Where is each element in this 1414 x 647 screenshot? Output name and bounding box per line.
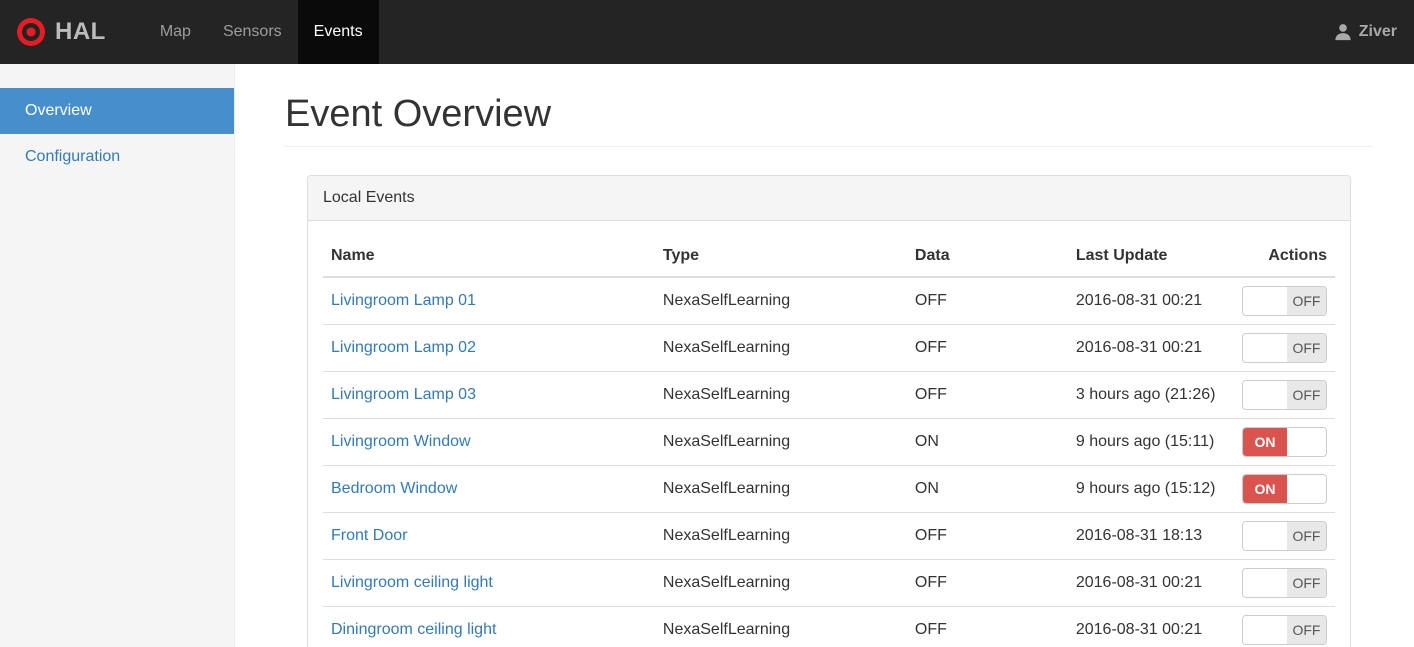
panel-body: Name Type Data Last Update Actions Livin… <box>308 221 1350 647</box>
device-data: ON <box>906 465 1068 513</box>
top-navbar: HAL Map Sensors Events Ziver <box>0 0 1414 64</box>
switch-on-segment <box>1243 286 1287 315</box>
device-last-update: 2016-08-31 00:21 <box>1067 276 1234 325</box>
device-data: OFF <box>906 512 1068 560</box>
device-link[interactable]: Livingroom Lamp 01 <box>331 292 476 309</box>
table-row: Livingroom ceiling light NexaSelfLearnin… <box>323 559 1335 607</box>
page-layout: Overview Configuration Event Overview Lo… <box>0 64 1414 647</box>
column-header-last-update: Last Update <box>1067 235 1234 278</box>
table-row: Livingroom Lamp 01 NexaSelfLearning OFF … <box>323 276 1335 325</box>
sidebar: Overview Configuration <box>0 64 235 647</box>
device-type: NexaSelfLearning <box>654 606 907 647</box>
table-row: Front Door NexaSelfLearning OFF 2016-08-… <box>323 512 1335 560</box>
username: Ziver <box>1358 23 1397 40</box>
device-switch[interactable]: ON <box>1242 473 1327 504</box>
device-last-update: 2016-08-31 00:21 <box>1067 606 1234 647</box>
device-link[interactable]: Diningroom ceiling light <box>331 621 496 638</box>
sidebar-item-overview[interactable]: Overview <box>0 88 234 134</box>
switch-off-segment: OFF <box>1286 333 1326 362</box>
nav-item-sensors[interactable]: Sensors <box>207 0 298 64</box>
column-header-type: Type <box>654 235 907 278</box>
device-switch[interactable]: OFF <box>1242 379 1327 410</box>
events-table: Name Type Data Last Update Actions Livin… <box>323 235 1335 647</box>
device-switch[interactable]: ON <box>1242 426 1327 457</box>
sidebar-item-configuration[interactable]: Configuration <box>0 134 234 180</box>
device-data: OFF <box>906 324 1068 372</box>
switch-off-segment: OFF <box>1286 521 1326 550</box>
device-link[interactable]: Livingroom ceiling light <box>331 574 493 591</box>
device-data: OFF <box>906 606 1068 647</box>
switch-off-segment: OFF <box>1286 568 1326 597</box>
user-menu[interactable]: Ziver <box>1317 0 1414 64</box>
device-last-update: 2016-08-31 00:21 <box>1067 324 1234 372</box>
brand[interactable]: HAL <box>0 0 122 64</box>
switch-on-segment: ON <box>1243 427 1287 456</box>
device-data: OFF <box>906 559 1068 607</box>
switch-on-segment <box>1243 521 1287 550</box>
page-title: Event Overview <box>285 93 1373 147</box>
device-type: NexaSelfLearning <box>654 465 907 513</box>
device-switch[interactable]: OFF <box>1242 614 1327 645</box>
table-row: Diningroom ceiling light NexaSelfLearnin… <box>323 606 1335 647</box>
device-switch[interactable]: OFF <box>1242 285 1327 316</box>
switch-off-segment: OFF <box>1286 286 1326 315</box>
device-type: NexaSelfLearning <box>654 371 907 419</box>
table-body: Livingroom Lamp 01 NexaSelfLearning OFF … <box>323 276 1335 647</box>
device-last-update: 2016-08-31 18:13 <box>1067 512 1234 560</box>
device-switch[interactable]: OFF <box>1242 332 1327 363</box>
device-type: NexaSelfLearning <box>654 559 907 607</box>
device-link[interactable]: Livingroom Lamp 03 <box>331 386 476 403</box>
device-last-update: 2016-08-31 00:21 <box>1067 559 1234 607</box>
device-data: OFF <box>906 371 1068 419</box>
table-row: Livingroom Lamp 02 NexaSelfLearning OFF … <box>323 324 1335 372</box>
table-row: Bedroom Window NexaSelfLearning ON 9 hou… <box>323 465 1335 513</box>
device-last-update: 3 hours ago (21:26) <box>1067 371 1234 419</box>
device-type: NexaSelfLearning <box>654 512 907 560</box>
switch-on-segment: ON <box>1243 474 1287 503</box>
device-link[interactable]: Livingroom Lamp 02 <box>331 339 476 356</box>
column-header-name: Name <box>323 235 655 278</box>
device-type: NexaSelfLearning <box>654 418 907 466</box>
device-link[interactable]: Front Door <box>331 527 407 544</box>
device-switch[interactable]: OFF <box>1242 520 1327 551</box>
switch-off-segment <box>1286 427 1326 456</box>
table-row: Livingroom Lamp 03 NexaSelfLearning OFF … <box>323 371 1335 419</box>
device-type: NexaSelfLearning <box>654 276 907 325</box>
table-row: Livingroom Window NexaSelfLearning ON 9 … <box>323 418 1335 466</box>
device-last-update: 9 hours ago (15:12) <box>1067 465 1234 513</box>
main-content: Event Overview Local Events Name Type Da… <box>235 64 1414 647</box>
column-header-actions: Actions <box>1233 235 1335 278</box>
device-data: ON <box>906 418 1068 466</box>
nav-item-events[interactable]: Events <box>297 0 379 64</box>
device-switch[interactable]: OFF <box>1242 567 1327 598</box>
switch-off-segment <box>1286 474 1326 503</box>
device-link[interactable]: Bedroom Window <box>331 480 457 497</box>
switch-on-segment <box>1243 615 1287 644</box>
navbar-menu: Map Sensors Events <box>144 0 379 64</box>
table-header-row: Name Type Data Last Update Actions <box>323 235 1335 278</box>
switch-on-segment <box>1243 568 1287 597</box>
switch-off-segment: OFF <box>1286 380 1326 409</box>
column-header-data: Data <box>906 235 1068 278</box>
device-type: NexaSelfLearning <box>654 324 907 372</box>
bullseye-logo-icon <box>17 18 45 46</box>
user-icon <box>1335 24 1351 41</box>
local-events-panel: Local Events Name Type Data Last Update … <box>307 174 1351 647</box>
panel-title: Local Events <box>308 175 1350 221</box>
switch-off-segment: OFF <box>1286 615 1326 644</box>
device-last-update: 9 hours ago (15:11) <box>1067 418 1234 466</box>
nav-item-map[interactable]: Map <box>144 0 207 64</box>
switch-on-segment <box>1243 380 1287 409</box>
switch-on-segment <box>1243 333 1287 362</box>
device-link[interactable]: Livingroom Window <box>331 433 471 450</box>
device-data: OFF <box>906 276 1068 325</box>
brand-title: HAL <box>55 18 106 45</box>
